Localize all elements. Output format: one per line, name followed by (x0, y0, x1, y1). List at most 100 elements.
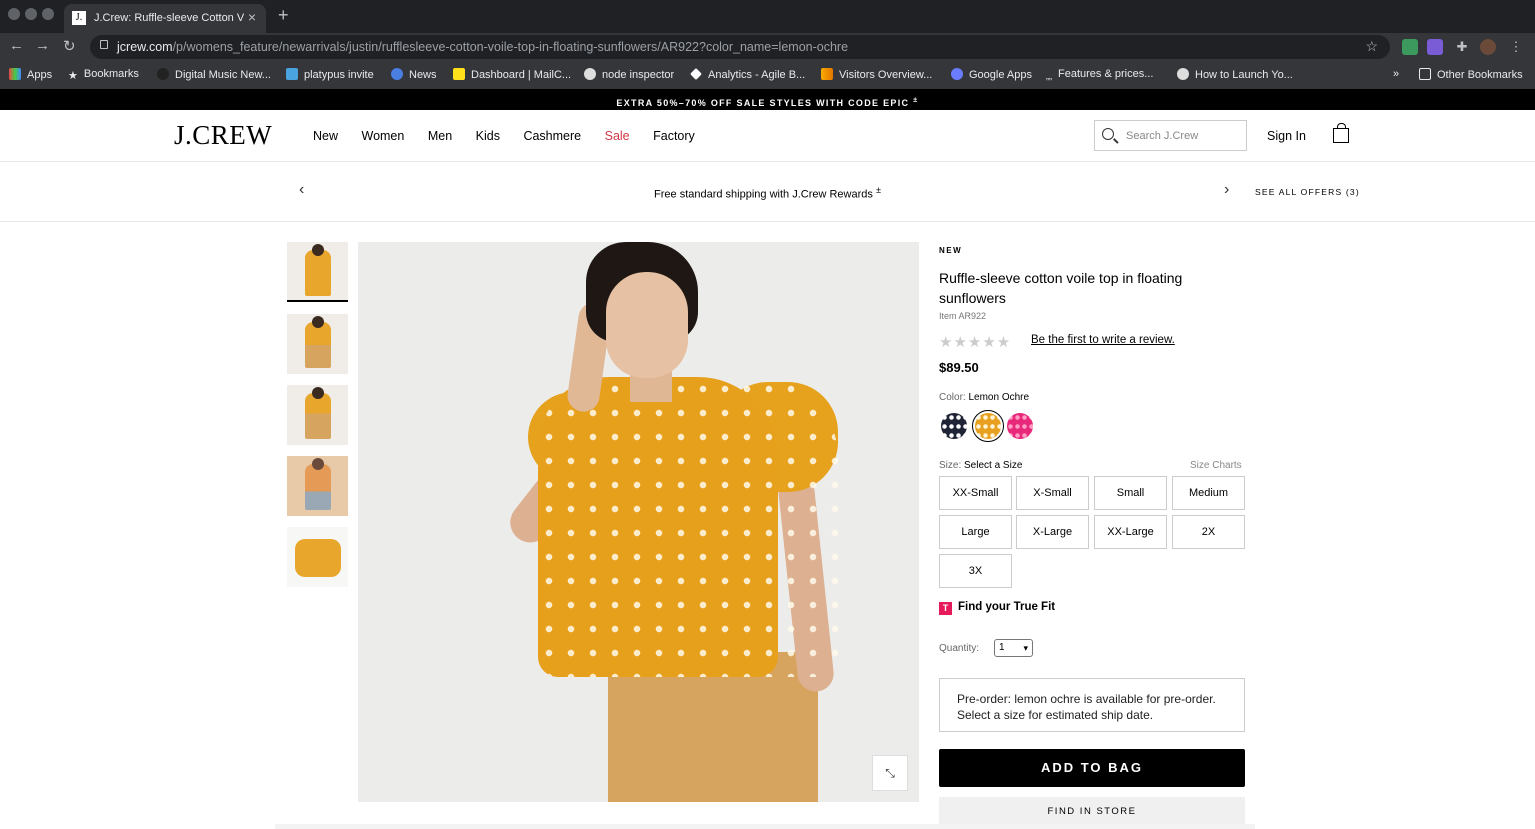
jcrew-logo[interactable]: J.CREW (174, 120, 272, 151)
bookmark-platypus[interactable]: platypus invite (286, 68, 374, 81)
back-arrow-icon[interactable]: ← (9, 37, 24, 54)
product-thumbnail[interactable] (287, 527, 348, 587)
quantity-select[interactable]: 1 ▾ (994, 639, 1033, 657)
quantity-label: Quantity: (939, 643, 980, 654)
reload-icon[interactable]: ↻ (63, 37, 76, 55)
sign-in-link[interactable]: Sign In (1267, 129, 1306, 143)
size-button-3x[interactable]: 3X (939, 554, 1012, 588)
apps-grid-icon (9, 68, 21, 80)
bookmark-node-inspector[interactable]: node inspector (584, 68, 674, 81)
bookmark-features[interactable]: „„ Features & prices... (1046, 68, 1153, 83)
bookmark-digital-music[interactable]: Digital Music New... (157, 68, 271, 81)
divider (275, 824, 1255, 829)
nav-men[interactable]: Men (428, 129, 452, 143)
size-button-x-large[interactable]: X-Large (1016, 515, 1089, 549)
site-icon (157, 68, 169, 80)
color-swatch-navy[interactable] (941, 413, 967, 439)
size-button-x-small[interactable]: X-Small (1016, 476, 1089, 510)
zoom-window-dot[interactable] (42, 8, 54, 20)
bookmark-apps[interactable]: Apps (9, 68, 52, 81)
chevron-right-icon[interactable]: › (1224, 181, 1229, 199)
true-fit-link[interactable]: T Find your True Fit (939, 601, 1055, 615)
product-title: Ruffle-sleeve cotton voile top in floati… (939, 270, 1183, 306)
color-swatch-pink[interactable] (1007, 413, 1033, 439)
bookmark-visitors[interactable]: Visitors Overview... (821, 68, 932, 81)
product-thumbnail[interactable] (287, 314, 348, 374)
nav-cashmere[interactable]: Cashmere (523, 129, 581, 143)
product-price: $89.50 (939, 360, 979, 375)
nav-women[interactable]: Women (362, 129, 405, 143)
more-bookmarks-chevron-icon[interactable]: » (1393, 68, 1399, 80)
product-main-image[interactable]: ⤡ (358, 242, 919, 802)
browser-menu-icon[interactable]: ⋮ (1508, 39, 1524, 55)
size-button-2x[interactable]: 2X (1172, 515, 1245, 549)
chevron-down-icon: ▾ (1023, 643, 1028, 653)
see-all-offers-link[interactable]: SEE ALL OFFERS (3) (1255, 187, 1360, 197)
minimize-window-dot[interactable] (25, 8, 37, 20)
extensions-puzzle-icon[interactable]: ✚ (1454, 39, 1470, 55)
extension-sheets-icon[interactable] (1402, 39, 1418, 55)
profile-avatar[interactable] (1480, 39, 1496, 55)
globe-icon (584, 68, 596, 80)
size-charts-link[interactable]: Size Charts (1190, 460, 1242, 471)
bookmark-star-icon[interactable]: ☆ (1365, 38, 1378, 55)
extension-purple-icon[interactable] (1427, 39, 1443, 55)
search-icon (1102, 128, 1114, 140)
item-number: Item AR922 (939, 311, 987, 321)
preorder-notice: Pre-order: lemon ochre is available for … (939, 678, 1245, 732)
nav-new[interactable]: New (313, 129, 338, 143)
expand-zoom-icon[interactable]: ⤡ (872, 755, 908, 791)
product-thumbnail[interactable] (287, 385, 348, 445)
size-label: Size: Select a Size (939, 460, 1023, 471)
jcrew-favicon-icon: J. (72, 11, 86, 25)
browser-tab-bar: J. J.Crew: Ruffle-sleeve Cotton V × + (0, 0, 1535, 33)
add-to-bag-button[interactable]: ADD TO BAG (939, 749, 1245, 787)
nav-kids[interactable]: Kids (476, 129, 500, 143)
promo-banner[interactable]: EXTRA 50%–70% OFF SALE STYLES WITH CODE … (0, 89, 1535, 110)
url-text[interactable]: jcrew.com/p/womens_feature/newarrivals/j… (117, 40, 848, 54)
color-swatch-lemon-ochre[interactable] (975, 413, 1001, 439)
quote-icon: „„ (1046, 71, 1052, 81)
product-thumbnail[interactable] (287, 456, 348, 516)
shopping-bag-icon[interactable] (1333, 123, 1349, 143)
new-badge: NEW (939, 246, 963, 255)
size-button-xx-small[interactable]: XX-Small (939, 476, 1012, 510)
diamond-icon (690, 68, 702, 80)
new-tab-icon[interactable]: + (278, 5, 289, 26)
bookmark-mailchimp[interactable]: Dashboard | MailC... (453, 68, 571, 81)
bookmarks-bar: Apps ★ Bookmarks Digital Music New... pla… (0, 61, 1535, 89)
search-input[interactable]: Search J.Crew (1094, 120, 1247, 151)
browser-tab[interactable]: J. J.Crew: Ruffle-sleeve Cotton V × (64, 4, 266, 33)
bookmark-how-to-launch[interactable]: How to Launch Yo... (1177, 68, 1293, 81)
search-placeholder: Search J.Crew (1126, 130, 1199, 142)
news-icon (391, 68, 403, 80)
size-button-large[interactable]: Large (939, 515, 1012, 549)
size-button-medium[interactable]: Medium (1172, 476, 1245, 510)
folder-icon (1419, 68, 1431, 80)
tab-close-icon[interactable]: × (248, 9, 256, 25)
size-button-small[interactable]: Small (1094, 476, 1167, 510)
browser-toolbar: ← → ↻ jcrew.com/p/womens_feature/newarri… (0, 33, 1535, 61)
mailchimp-icon (453, 68, 465, 80)
address-bar[interactable]: jcrew.com/p/womens_feature/newarrivals/j… (90, 35, 1390, 59)
site-icon (951, 68, 963, 80)
shipping-offers-bar: ‹ Free standard shipping with J.Crew Rew… (0, 162, 1535, 222)
globe-icon (1177, 68, 1189, 80)
bookmark-news[interactable]: News (391, 68, 437, 81)
nav-factory[interactable]: Factory (653, 129, 695, 143)
write-review-link[interactable]: Be the first to write a review. (1031, 334, 1175, 346)
site-header: J.CREW New Women Men Kids Cashmere Sale … (0, 110, 1535, 162)
star-icon: ★ (68, 70, 78, 82)
forward-arrow-icon[interactable]: → (35, 37, 50, 54)
product-thumbnail[interactable] (287, 242, 348, 302)
bookmark-bookmarks[interactable]: ★ Bookmarks (68, 68, 139, 82)
site-icon (286, 68, 298, 80)
lock-icon (100, 40, 108, 49)
nav-sale[interactable]: Sale (605, 129, 630, 143)
bookmark-google-apps[interactable]: Google Apps (951, 68, 1032, 81)
bookmark-analytics[interactable]: Analytics - Agile B... (690, 68, 805, 81)
bookmark-other[interactable]: Other Bookmarks (1419, 68, 1523, 81)
size-button-xx-large[interactable]: XX-Large (1094, 515, 1167, 549)
close-window-dot[interactable] (8, 8, 20, 20)
rating-stars-icon: ★★★★★ (939, 334, 1012, 351)
